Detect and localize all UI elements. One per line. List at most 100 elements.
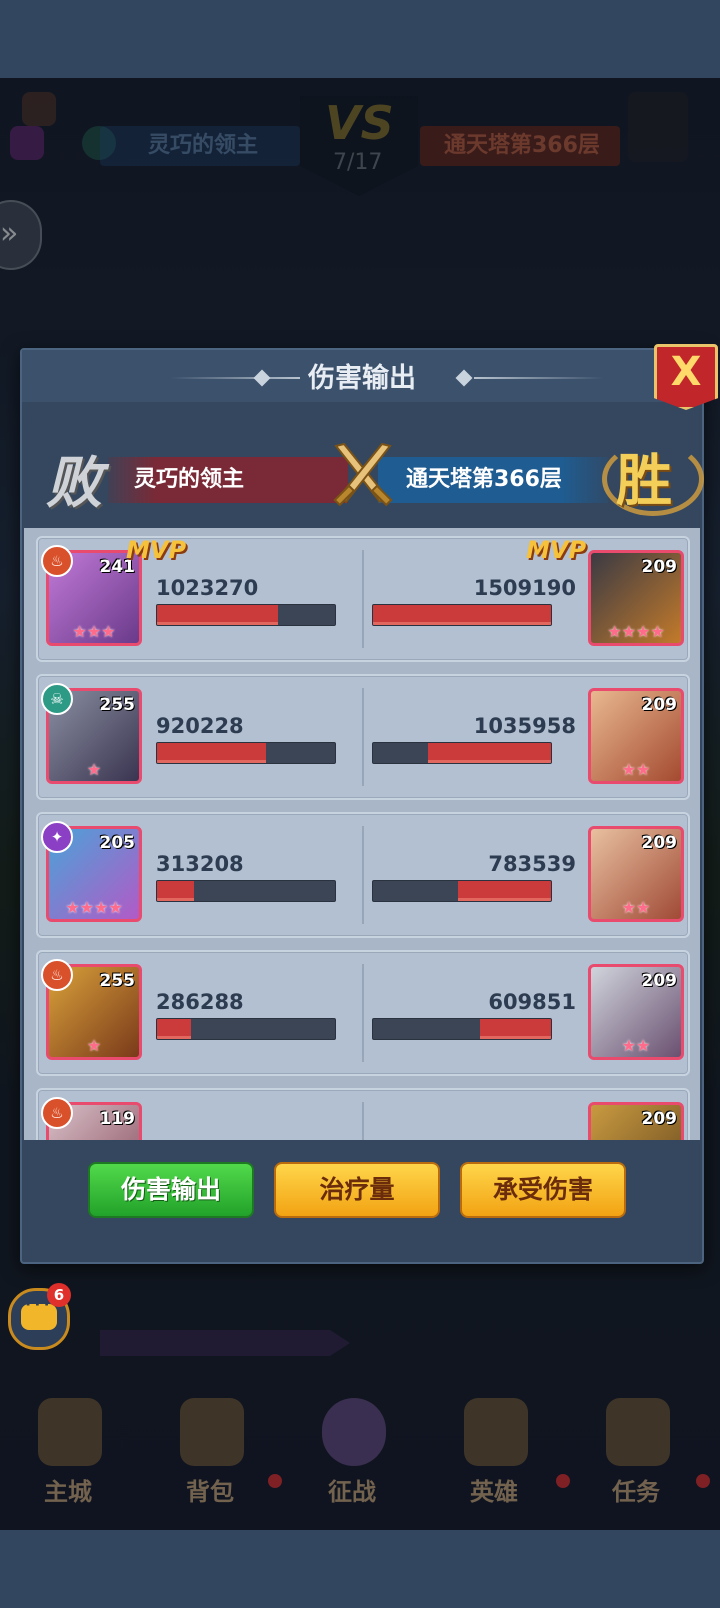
crossed-swords-icon xyxy=(333,442,393,507)
right-hero-portrait[interactable]: 209 ★★★★ xyxy=(588,550,684,646)
damage-bar-fill xyxy=(373,605,551,625)
right-damage-value: 1035958 xyxy=(473,714,576,738)
right-damage-value: 609851 xyxy=(488,990,576,1014)
scroll-icon xyxy=(606,1398,670,1466)
right-hero-portrait[interactable]: 209 ★★ xyxy=(588,826,684,922)
hero-level: 209 xyxy=(641,971,678,991)
faction-fire-icon: ♨ xyxy=(41,545,73,577)
left-damage-bar xyxy=(156,880,336,902)
damage-bar-fill xyxy=(157,743,266,763)
hero-stars: ★★ xyxy=(621,898,651,917)
faction-fire-icon: ♨ xyxy=(41,1097,73,1129)
nav-label: 任务 xyxy=(612,1478,660,1506)
damage-bar-fill xyxy=(157,881,195,901)
hero-level: 255 xyxy=(99,695,136,715)
right-damage-bar xyxy=(372,742,552,764)
victory-mark: 胜 xyxy=(616,449,672,514)
left-damage-value: 313208 xyxy=(156,852,244,876)
faction-skull-icon: ☠ xyxy=(41,683,73,715)
damage-bar-fill xyxy=(157,1019,191,1039)
status-bar-top xyxy=(0,0,720,78)
right-damage-value: 783539 xyxy=(488,852,576,876)
backpack-icon xyxy=(180,1398,244,1466)
left-hero-portrait[interactable]: ♨ 255 ★ xyxy=(41,959,142,1060)
hero-level: 205 xyxy=(99,833,136,853)
hero-stars: ★ xyxy=(86,760,102,779)
stat-tabs: 伤害输出 治疗量 承受伤害 xyxy=(24,1150,700,1250)
row-divider xyxy=(362,1102,364,1140)
hero-stars: ★★ xyxy=(621,1036,651,1055)
hero-stars: ★★ xyxy=(621,760,651,779)
energy-bar xyxy=(100,1330,350,1356)
tab-damage-output[interactable]: 伤害输出 xyxy=(88,1162,254,1218)
tab-damage-taken[interactable]: 承受伤害 xyxy=(460,1162,626,1218)
hero-icon xyxy=(464,1398,528,1466)
hero-level: 255 xyxy=(99,971,136,991)
left-team-label: 灵巧的领主 xyxy=(134,467,245,492)
result-banner: 败 灵巧的领主 通天塔第366层 胜 xyxy=(24,424,704,516)
nav-item-quests[interactable]: 任务 xyxy=(586,1388,686,1530)
hero-level: 209 xyxy=(641,695,678,715)
damage-bar-fill xyxy=(479,1019,551,1039)
close-icon: X xyxy=(670,349,702,395)
bottom-nav: 主城 背包 征战 英雄 任务 xyxy=(0,1388,720,1530)
nav-label: 英雄 xyxy=(470,1478,518,1506)
tab-healing[interactable]: 治疗量 xyxy=(274,1162,440,1218)
damage-bar-fill xyxy=(428,743,551,763)
close-button[interactable]: X xyxy=(654,344,718,410)
navigation-bar-bottom xyxy=(0,1530,720,1608)
left-damage-bar xyxy=(156,1018,336,1040)
nav-item-backpack[interactable]: 背包 xyxy=(160,1388,260,1530)
left-hero-portrait[interactable]: ☠ 255 ★ xyxy=(41,683,142,784)
row-divider xyxy=(362,688,364,786)
right-damage-bar xyxy=(372,880,552,902)
stat-row: ♨ 119 209 xyxy=(36,1088,690,1140)
hero-level: 119 xyxy=(99,1109,136,1129)
left-hero-portrait[interactable]: ♨ 241 ★★★ xyxy=(41,545,142,646)
faction-arcane-icon: ✦ xyxy=(41,821,73,853)
nav-item-campaign[interactable]: 征战 xyxy=(302,1388,402,1530)
mvp-badge-left: MVP xyxy=(126,536,187,564)
damage-list[interactable]: ♨ 241 ★★★ 209 ★★★★ MVP MVP 1023270 15091… xyxy=(24,528,700,1140)
hero-stars: ★★★★ xyxy=(607,622,665,641)
dialog-title: 伤害输出 xyxy=(308,363,416,394)
right-damage-bar xyxy=(372,1018,552,1040)
hero-level: 209 xyxy=(641,833,678,853)
hero-stars: ★★★ xyxy=(72,622,116,641)
left-damage-value: 1023270 xyxy=(156,576,259,600)
row-divider xyxy=(362,550,364,648)
hero-stars: ★ xyxy=(86,1036,102,1055)
notification-dot xyxy=(268,1474,282,1488)
nav-label: 主城 xyxy=(44,1478,92,1506)
right-team-label: 通天塔第366层 xyxy=(406,467,562,492)
stat-row: ☠ 255 ★ 209 ★★ 920228 1035958 xyxy=(36,674,690,800)
defeat-mark: 败 xyxy=(46,451,102,516)
damage-bar-fill xyxy=(458,881,551,901)
left-damage-value: 286288 xyxy=(156,990,244,1014)
nav-item-main-city[interactable]: 主城 xyxy=(18,1388,118,1530)
chat-unread-badge: 6 xyxy=(47,1283,71,1307)
hero-stars: ★★★★ xyxy=(65,898,123,917)
left-hero-portrait[interactable]: ♨ 119 xyxy=(41,1097,142,1140)
castle-icon xyxy=(38,1398,102,1466)
faction-fire-icon: ♨ xyxy=(41,959,73,991)
nav-label: 背包 xyxy=(186,1478,234,1506)
right-damage-bar xyxy=(372,604,552,626)
chat-dots: ··· xyxy=(24,1290,52,1320)
right-hero-portrait[interactable]: 209 ★★ xyxy=(588,688,684,784)
left-damage-value: 920228 xyxy=(156,714,244,738)
left-hero-portrait[interactable]: ✦ 205 ★★★★ xyxy=(41,821,142,922)
nav-item-heroes[interactable]: 英雄 xyxy=(444,1388,544,1530)
damage-stats-dialog: 伤害输出 败 灵巧的领主 通天塔第366层 胜 ♨ 241 ★★★ 209 ★★… xyxy=(20,348,704,1264)
left-damage-bar xyxy=(156,604,336,626)
right-hero-portrait[interactable]: 209 ★★ xyxy=(588,964,684,1060)
row-divider xyxy=(362,826,364,924)
nav-label: 征战 xyxy=(328,1478,376,1506)
left-damage-bar xyxy=(156,742,336,764)
damage-bar-fill xyxy=(157,605,279,625)
hero-level: 209 xyxy=(641,557,678,577)
hero-level: 209 xyxy=(641,1109,678,1129)
stat-row: ♨ 241 ★★★ 209 ★★★★ MVP MVP 1023270 15091… xyxy=(36,536,690,662)
right-hero-portrait[interactable]: 209 xyxy=(588,1102,684,1140)
notification-dot xyxy=(696,1474,710,1488)
